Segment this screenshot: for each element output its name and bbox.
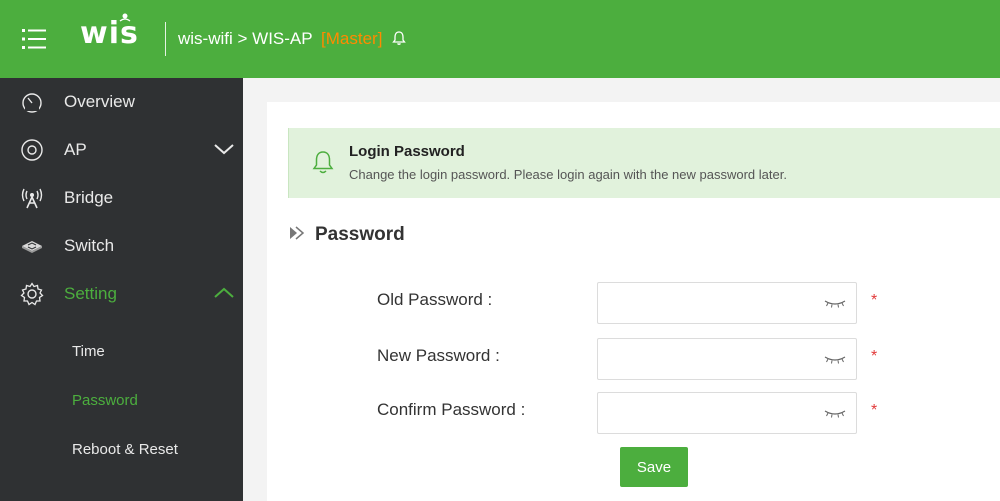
top-bar: wis wis-wifi > WIS-AP [Master] <box>0 0 1000 78</box>
confirm-password-input[interactable] <box>597 392 857 434</box>
confirm-password-label: Confirm Password : <box>377 400 526 419</box>
sidebar-subitem-time[interactable]: Time <box>0 328 243 376</box>
antenna-icon <box>21 188 43 209</box>
sidebar-item-label: Switch <box>64 236 115 255</box>
sidebar-subitem-reboot-reset[interactable]: Reboot & Reset <box>0 426 243 474</box>
device-role-badge: [Master] <box>321 29 383 48</box>
sidebar-subitem-label: Password <box>72 392 138 409</box>
sidebar-item-label: Setting <box>64 284 117 303</box>
required-mark: * <box>871 402 878 419</box>
sidebar-subitem-label: Time <box>72 343 105 360</box>
new-password-label: New Password : <box>377 346 500 365</box>
sidebar-subitem-label: Reboot & Reset <box>72 441 178 458</box>
save-button[interactable]: Save <box>620 447 688 487</box>
sidebar-item-bridge[interactable]: Bridge <box>0 174 243 222</box>
breadcrumb-separator: > <box>232 29 253 48</box>
info-title: Login Password <box>349 143 465 160</box>
info-box: Login Password Change the login password… <box>288 128 1000 198</box>
old-password-label: Old Password : <box>377 290 493 309</box>
sidebar-item-label: Bridge <box>64 188 114 207</box>
chevron-up-icon[interactable] <box>213 286 235 300</box>
sidebar-item-ap[interactable]: AP <box>0 126 243 174</box>
double-arrow-icon <box>290 226 305 240</box>
radio-icon <box>21 139 43 161</box>
section-title: Password <box>289 224 405 246</box>
breadcrumb: wis-wifi > WIS-AP [Master] <box>178 29 407 49</box>
bell-icon <box>312 151 334 174</box>
new-password-input[interactable] <box>597 338 857 380</box>
old-password-input[interactable] <box>597 282 857 324</box>
content-panel: Login Password Change the login password… <box>267 102 1000 501</box>
switch-icon <box>22 241 42 253</box>
required-mark: * <box>871 292 878 309</box>
sidebar-item-label: Overview <box>64 92 135 111</box>
sidebar-item-label: AP <box>64 140 87 159</box>
main-area: Login Password Change the login password… <box>243 78 1000 501</box>
form-row-old-password: Old Password : * <box>267 282 1000 326</box>
required-mark: * <box>871 348 878 365</box>
sidebar-item-switch[interactable]: Switch <box>0 222 243 270</box>
eye-closed-icon[interactable] <box>824 408 846 418</box>
form-row-new-password: New Password : * <box>267 338 1000 382</box>
section-title-text: Password <box>315 224 405 245</box>
form-row-confirm-password: Confirm Password : * <box>267 392 1000 436</box>
eye-closed-icon[interactable] <box>824 354 846 364</box>
gear-icon <box>20 282 44 306</box>
breadcrumb-device[interactable]: WIS-AP <box>252 29 312 48</box>
wifi-dot-icon <box>119 13 131 22</box>
info-description: Change the login password. Please login … <box>349 167 787 182</box>
sidebar-item-overview[interactable]: Overview <box>0 78 243 126</box>
chevron-down-icon[interactable] <box>213 142 235 156</box>
breadcrumb-site[interactable]: wis-wifi <box>178 29 233 48</box>
eye-closed-icon[interactable] <box>824 298 846 308</box>
speedometer-icon <box>22 93 42 113</box>
sidebar-subitem-password[interactable]: Password <box>0 377 243 425</box>
menu-icon[interactable] <box>22 28 46 50</box>
notification-bell-icon[interactable] <box>391 30 407 46</box>
sidebar-item-setting[interactable]: Setting <box>0 270 243 318</box>
sidebar: Overview AP Bridge Switch Setting Time P… <box>0 78 243 501</box>
header-divider <box>165 22 166 56</box>
logo: wis <box>80 13 152 56</box>
